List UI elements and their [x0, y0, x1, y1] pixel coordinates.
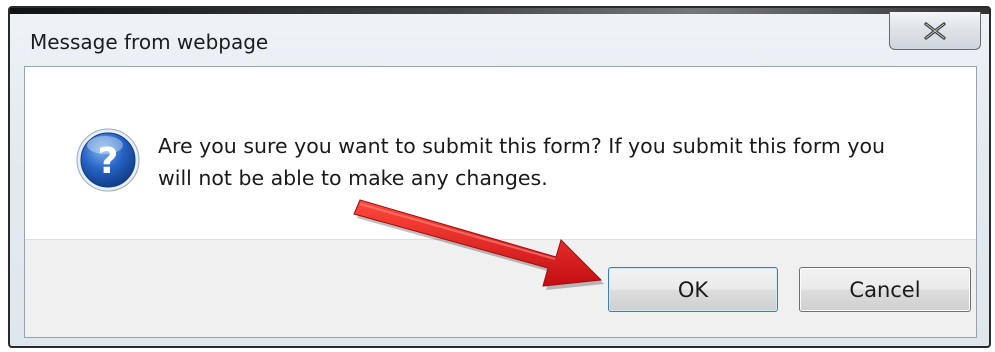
close-icon [924, 21, 946, 40]
svg-text:?: ? [98, 141, 119, 182]
ok-button[interactable]: OK [608, 267, 778, 312]
dialog-client-area: ? Are you sure you want to submit this f… [24, 66, 977, 338]
question-icon: ? [76, 128, 140, 192]
dialog-message: Are you sure you want to submit this for… [158, 130, 948, 194]
button-bar: OK Cancel [25, 239, 976, 337]
message-line-2: will not be able to make any changes. [158, 166, 548, 190]
dialog-title: Message from webpage [30, 30, 269, 54]
message-line-1: Are you sure you want to submit this for… [158, 134, 886, 158]
close-button[interactable] [889, 12, 981, 50]
message-area: ? Are you sure you want to submit this f… [25, 67, 976, 239]
dialog-window: Message from webpage ? Are you sure you … [8, 6, 991, 348]
window-frame-top [10, 8, 989, 14]
cancel-button[interactable]: Cancel [799, 267, 971, 312]
